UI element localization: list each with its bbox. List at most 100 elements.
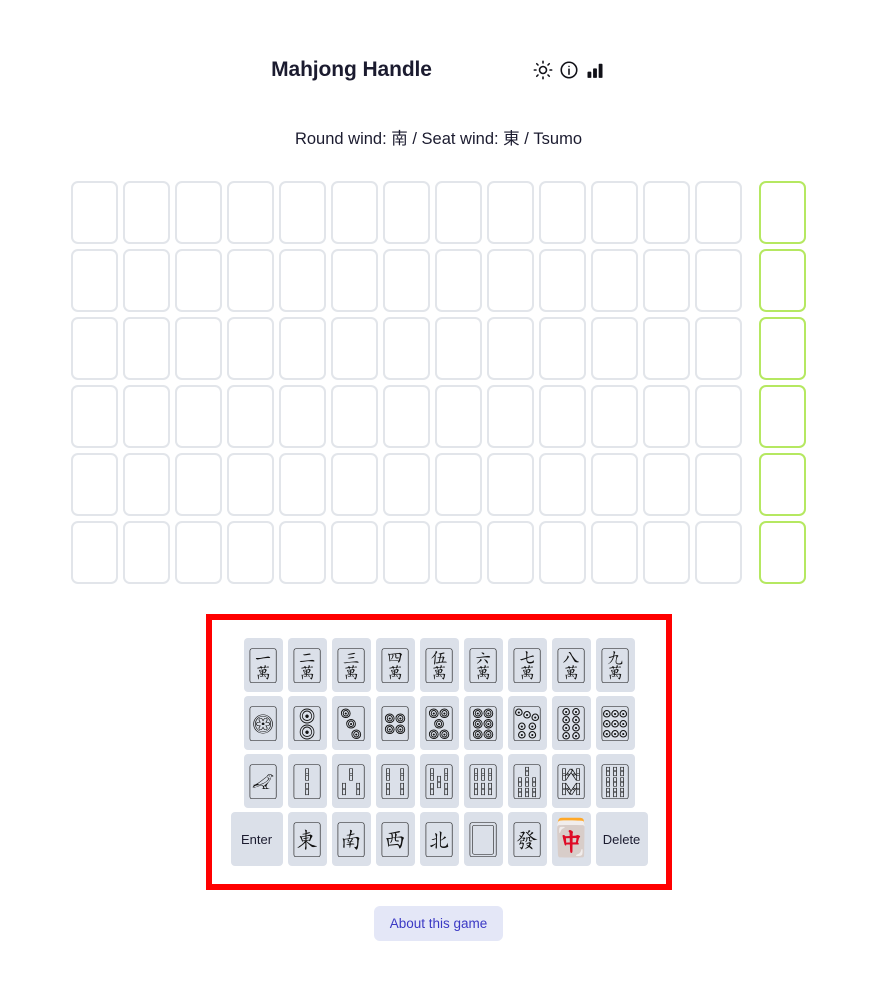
keyboard-highlight-box: 🀇 🀈 🀉 🀊 🀋 🀌 🀍 🀎 🀏 🀙 🀚 🀛 🀜 🀝 🀞 🀟 🀠 🀡 🀐 🀑 🀒 🀓 🀔 🀕 🀖 🀗 🀘 Enter 🀀 🀁 🀂 🀃 🀆 🀅 🀄 D… xyxy=(206,614,672,890)
tile-sou-5[interactable]: 🀔 xyxy=(419,754,459,808)
board-tile xyxy=(487,521,534,584)
tile-pin-7[interactable]: 🀟 xyxy=(507,696,547,750)
board-tile xyxy=(435,453,482,516)
keyboard-row: 🀐 🀑 🀒 🀓 🀔 🀕 🀖 🀗 🀘 xyxy=(243,754,635,808)
tile-sou-9[interactable]: 🀘 xyxy=(595,754,635,808)
tile-pin-8[interactable]: 🀠 xyxy=(551,696,591,750)
board-tile xyxy=(435,317,482,380)
bar-chart-icon[interactable] xyxy=(584,59,606,81)
board-tile xyxy=(695,453,742,516)
tile-man-7[interactable]: 🀍 xyxy=(507,638,547,692)
tile-dragon-green[interactable]: 🀅 xyxy=(507,812,547,866)
tile-man-5[interactable]: 🀋 xyxy=(419,638,459,692)
board-tile xyxy=(435,521,482,584)
tile-wind-east-glyph: 🀀 xyxy=(292,818,322,859)
tile-wind-east[interactable]: 🀀 xyxy=(287,812,327,866)
board-tile xyxy=(279,453,326,516)
tile-pin-3[interactable]: 🀛 xyxy=(331,696,371,750)
board-row xyxy=(71,249,806,312)
tile-sou-3-glyph: 🀒 xyxy=(336,760,366,801)
tile-dragon-white[interactable]: 🀆 xyxy=(463,812,503,866)
tile-sou-4[interactable]: 🀓 xyxy=(375,754,415,808)
header-icon-group xyxy=(532,59,606,81)
board-tile xyxy=(383,181,430,244)
enter-key[interactable]: Enter xyxy=(230,812,283,866)
board-tile xyxy=(71,317,118,380)
tile-wind-south[interactable]: 🀁 xyxy=(331,812,371,866)
board-tile xyxy=(487,453,534,516)
tile-pin-1[interactable]: 🀙 xyxy=(243,696,283,750)
status-row: Round wind: 南 / Seat wind: 東 / Tsumo xyxy=(0,125,877,149)
board-tile xyxy=(435,385,482,448)
board-tile xyxy=(279,521,326,584)
board-tile xyxy=(175,521,222,584)
tile-wind-south-glyph: 🀁 xyxy=(336,818,366,859)
board-tile xyxy=(487,249,534,312)
board-tile xyxy=(383,385,430,448)
tile-pin-2[interactable]: 🀚 xyxy=(287,696,327,750)
board-tile xyxy=(227,385,274,448)
tile-wind-north[interactable]: 🀃 xyxy=(419,812,459,866)
tile-man-4[interactable]: 🀊 xyxy=(375,638,415,692)
board-tile xyxy=(71,453,118,516)
info-icon[interactable] xyxy=(558,59,580,81)
tile-man-1-glyph: 🀇 xyxy=(248,644,278,685)
board-tile xyxy=(435,181,482,244)
tile-sou-6-glyph: 🀕 xyxy=(468,760,498,801)
board-tile xyxy=(643,181,690,244)
board-tile xyxy=(279,385,326,448)
tile-sou-1[interactable]: 🀐 xyxy=(243,754,283,808)
tile-sou-8[interactable]: 🀗 xyxy=(551,754,591,808)
page-title: Mahjong Handle xyxy=(271,58,432,81)
tile-sou-1-glyph: 🀐 xyxy=(248,760,278,801)
tile-pin-3-glyph: 🀛 xyxy=(336,702,366,743)
board-tile xyxy=(383,317,430,380)
board-tile xyxy=(279,181,326,244)
board-tile xyxy=(487,317,534,380)
tile-man-7-glyph: 🀍 xyxy=(512,644,542,685)
board-tile xyxy=(227,181,274,244)
tile-man-2[interactable]: 🀈 xyxy=(287,638,327,692)
about-this-game-button[interactable]: About this game xyxy=(373,906,504,941)
tile-man-1[interactable]: 🀇 xyxy=(243,638,283,692)
tile-pin-4[interactable]: 🀜 xyxy=(375,696,415,750)
board-draw-tile xyxy=(759,249,806,312)
tile-pin-9[interactable]: 🀡 xyxy=(595,696,635,750)
tile-sou-2[interactable]: 🀑 xyxy=(287,754,327,808)
tile-dragon-red[interactable]: 🀄 xyxy=(549,812,593,866)
board-row xyxy=(71,317,806,380)
board-tile xyxy=(71,249,118,312)
tile-man-6-glyph: 🀌 xyxy=(468,644,498,685)
board-tile xyxy=(539,385,586,448)
tile-sou-3[interactable]: 🀒 xyxy=(331,754,371,808)
sun-icon[interactable] xyxy=(532,59,554,81)
board-tile xyxy=(331,249,378,312)
tile-man-9[interactable]: 🀏 xyxy=(595,638,635,692)
tile-man-8-glyph: 🀎 xyxy=(556,644,586,685)
board-tile xyxy=(591,521,638,584)
tile-sou-7[interactable]: 🀖 xyxy=(507,754,547,808)
board-tile xyxy=(123,521,170,584)
board-tile xyxy=(435,249,482,312)
board-tile xyxy=(123,453,170,516)
board-tile xyxy=(383,453,430,516)
tile-pin-6[interactable]: 🀞 xyxy=(463,696,503,750)
board-row xyxy=(71,521,806,584)
board-tile xyxy=(695,385,742,448)
tile-sou-6[interactable]: 🀕 xyxy=(463,754,503,808)
board-tile xyxy=(227,249,274,312)
board-tile xyxy=(175,385,222,448)
tile-man-8[interactable]: 🀎 xyxy=(551,638,591,692)
tile-pin-5[interactable]: 🀝 xyxy=(419,696,459,750)
tile-man-3[interactable]: 🀉 xyxy=(331,638,371,692)
tile-wind-north-glyph: 🀃 xyxy=(424,818,454,859)
delete-key[interactable]: Delete xyxy=(595,812,648,866)
board-row xyxy=(71,453,806,516)
board-tile xyxy=(331,317,378,380)
tile-pin-5-glyph: 🀝 xyxy=(424,702,454,743)
tile-man-6[interactable]: 🀌 xyxy=(463,638,503,692)
board-tile xyxy=(591,453,638,516)
tile-wind-west[interactable]: 🀂 xyxy=(375,812,415,866)
board-tile xyxy=(123,249,170,312)
tile-sou-2-glyph: 🀑 xyxy=(292,760,322,801)
